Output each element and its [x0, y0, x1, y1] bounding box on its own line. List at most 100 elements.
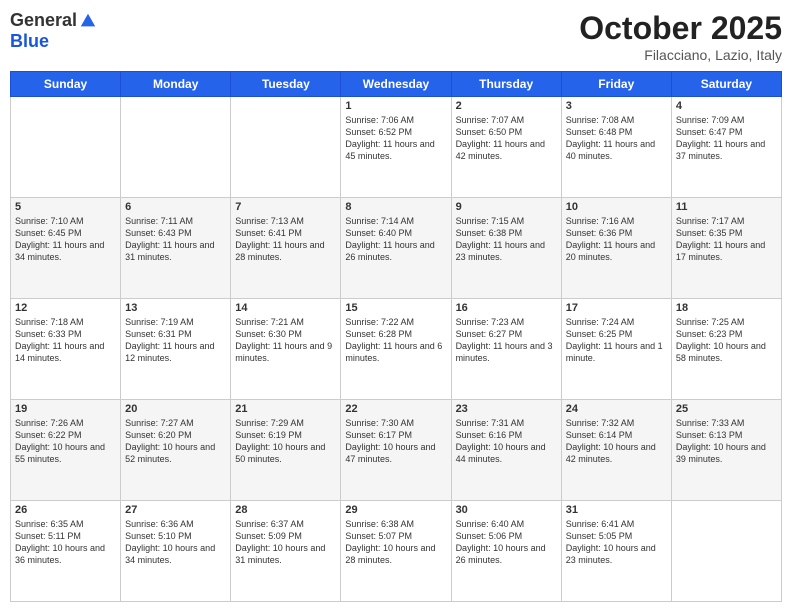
day-info: Sunrise: 6:36 AM Sunset: 5:10 PM Dayligh…	[125, 518, 226, 567]
header: General Blue October 2025 Filacciano, La…	[10, 10, 782, 63]
page: General Blue October 2025 Filacciano, La…	[0, 0, 792, 612]
day-number: 29	[345, 504, 446, 516]
calendar-cell: 31 Sunrise: 6:41 AM Sunset: 5:05 PM Dayli…	[561, 501, 671, 602]
day-info: Sunrise: 7:26 AM Sunset: 6:22 PM Dayligh…	[15, 417, 116, 466]
day-number: 3	[566, 100, 667, 112]
day-info: Sunrise: 7:27 AM Sunset: 6:20 PM Dayligh…	[125, 417, 226, 466]
logo-icon	[79, 12, 97, 30]
calendar-cell: 15Sunrise: 7:22 AM Sunset: 6:28 PM Dayli…	[341, 299, 451, 400]
calendar-cell: 18 Sunrise: 7:25 AM Sunset: 6:23 PM Dayli…	[671, 299, 781, 400]
col-tuesday: Tuesday	[231, 72, 341, 97]
calendar-week-row: 26 Sunrise: 6:35 AM Sunset: 5:11 PM Dayli…	[11, 501, 782, 602]
day-info: Sunrise: 7:17 AM Sunset: 6:35 PM Dayligh…	[676, 215, 777, 264]
day-info: Sunrise: 6:38 AM Sunset: 5:07 PM Dayligh…	[345, 518, 446, 567]
calendar-cell: 12 Sunrise: 7:18 AM Sunset: 6:33 PM Dayli…	[11, 299, 121, 400]
day-info: Sunrise: 7:15 AM Sunset: 6:38 PM Dayligh…	[456, 215, 557, 264]
day-info: Sunrise: 7:10 AM Sunset: 6:45 PM Dayligh…	[15, 215, 116, 264]
day-info: Sunrise: 7:25 AM Sunset: 6:23 PM Dayligh…	[676, 316, 777, 365]
logo: General Blue	[10, 10, 97, 52]
day-info: Sunrise: 7:31 AM Sunset: 6:16 PM Dayligh…	[456, 417, 557, 466]
calendar-cell: 22 Sunrise: 7:30 AM Sunset: 6:17 PM Dayli…	[341, 400, 451, 501]
col-thursday: Thursday	[451, 72, 561, 97]
calendar-cell	[11, 97, 121, 198]
day-info: Sunrise: 7:18 AM Sunset: 6:33 PM Dayligh…	[15, 316, 116, 365]
day-number: 16	[456, 302, 557, 314]
calendar-cell	[671, 501, 781, 602]
calendar-week-row: 12 Sunrise: 7:18 AM Sunset: 6:33 PM Dayli…	[11, 299, 782, 400]
calendar-cell: 21 Sunrise: 7:29 AM Sunset: 6:19 PM Dayli…	[231, 400, 341, 501]
day-info: Sunrise: 7:13 AM Sunset: 6:41 PM Dayligh…	[235, 215, 336, 264]
day-info: Sunrise: 7:30 AM Sunset: 6:17 PM Dayligh…	[345, 417, 446, 466]
day-number: 19	[15, 403, 116, 415]
calendar-cell: 17 Sunrise: 7:24 AM Sunset: 6:25 PM Dayli…	[561, 299, 671, 400]
logo-general: General	[10, 10, 77, 31]
calendar-header-row: Sunday Monday Tuesday Wednesday Thursday…	[11, 72, 782, 97]
day-number: 13	[125, 302, 226, 314]
day-number: 1	[345, 100, 446, 112]
day-number: 6	[125, 201, 226, 213]
day-info: Sunrise: 7:22 AM Sunset: 6:28 PM Dayligh…	[345, 316, 446, 365]
calendar-week-row: 5 Sunrise: 7:10 AM Sunset: 6:45 PM Daylig…	[11, 198, 782, 299]
day-info: Sunrise: 7:11 AM Sunset: 6:43 PM Dayligh…	[125, 215, 226, 264]
col-saturday: Saturday	[671, 72, 781, 97]
calendar-cell: 3 Sunrise: 7:08 AM Sunset: 6:48 PM Daylig…	[561, 97, 671, 198]
day-info: Sunrise: 7:07 AM Sunset: 6:50 PM Dayligh…	[456, 114, 557, 163]
calendar-cell	[121, 97, 231, 198]
day-number: 26	[15, 504, 116, 516]
day-number: 2	[456, 100, 557, 112]
day-info: Sunrise: 7:29 AM Sunset: 6:19 PM Dayligh…	[235, 417, 336, 466]
location: Filacciano, Lazio, Italy	[579, 47, 782, 63]
day-info: Sunrise: 7:33 AM Sunset: 6:13 PM Dayligh…	[676, 417, 777, 466]
calendar-cell: 2 Sunrise: 7:07 AM Sunset: 6:50 PM Daylig…	[451, 97, 561, 198]
day-info: Sunrise: 7:21 AM Sunset: 6:30 PM Dayligh…	[235, 316, 336, 365]
day-number: 22	[345, 403, 446, 415]
day-number: 28	[235, 504, 336, 516]
day-number: 17	[566, 302, 667, 314]
day-number: 9	[456, 201, 557, 213]
calendar-cell: 6 Sunrise: 7:11 AM Sunset: 6:43 PM Daylig…	[121, 198, 231, 299]
day-number: 8	[345, 201, 446, 213]
day-info: Sunrise: 6:41 AM Sunset: 5:05 PM Dayligh…	[566, 518, 667, 567]
day-info: Sunrise: 7:08 AM Sunset: 6:48 PM Dayligh…	[566, 114, 667, 163]
calendar-cell: 25 Sunrise: 7:33 AM Sunset: 6:13 PM Dayli…	[671, 400, 781, 501]
col-wednesday: Wednesday	[341, 72, 451, 97]
calendar-cell: 8 Sunrise: 7:14 AM Sunset: 6:40 PM Daylig…	[341, 198, 451, 299]
day-number: 31	[566, 504, 667, 516]
calendar-cell: 10Sunrise: 7:16 AM Sunset: 6:36 PM Dayli…	[561, 198, 671, 299]
calendar-cell: 29 Sunrise: 6:38 AM Sunset: 5:07 PM Dayli…	[341, 501, 451, 602]
day-info: Sunrise: 7:14 AM Sunset: 6:40 PM Dayligh…	[345, 215, 446, 264]
logo-blue: Blue	[10, 31, 49, 52]
day-info: Sunrise: 7:24 AM Sunset: 6:25 PM Dayligh…	[566, 316, 667, 365]
day-info: Sunrise: 6:40 AM Sunset: 5:06 PM Dayligh…	[456, 518, 557, 567]
day-number: 21	[235, 403, 336, 415]
calendar-cell: 24Sunrise: 7:32 AM Sunset: 6:14 PM Dayli…	[561, 400, 671, 501]
calendar-cell: 14 Sunrise: 7:21 AM Sunset: 6:30 PM Dayli…	[231, 299, 341, 400]
col-monday: Monday	[121, 72, 231, 97]
calendar-cell: 5 Sunrise: 7:10 AM Sunset: 6:45 PM Daylig…	[11, 198, 121, 299]
calendar-cell: 27 Sunrise: 6:36 AM Sunset: 5:10 PM Dayli…	[121, 501, 231, 602]
day-number: 23	[456, 403, 557, 415]
day-info: Sunrise: 7:32 AM Sunset: 6:14 PM Dayligh…	[566, 417, 667, 466]
day-number: 11	[676, 201, 777, 213]
calendar-cell	[231, 97, 341, 198]
day-number: 27	[125, 504, 226, 516]
calendar-cell: 16 Sunrise: 7:23 AM Sunset: 6:27 PM Dayli…	[451, 299, 561, 400]
day-number: 20	[125, 403, 226, 415]
day-number: 12	[15, 302, 116, 314]
day-number: 7	[235, 201, 336, 213]
calendar-cell: 11 Sunrise: 7:17 AM Sunset: 6:35 PM Dayli…	[671, 198, 781, 299]
calendar-week-row: 19 Sunrise: 7:26 AM Sunset: 6:22 PM Dayli…	[11, 400, 782, 501]
calendar-cell: 20 Sunrise: 7:27 AM Sunset: 6:20 PM Dayli…	[121, 400, 231, 501]
calendar-cell: 7 Sunrise: 7:13 AM Sunset: 6:41 PM Daylig…	[231, 198, 341, 299]
day-number: 18	[676, 302, 777, 314]
day-info: Sunrise: 6:35 AM Sunset: 5:11 PM Dayligh…	[15, 518, 116, 567]
calendar-cell: 4Sunrise: 7:09 AM Sunset: 6:47 PM Daylig…	[671, 97, 781, 198]
col-friday: Friday	[561, 72, 671, 97]
day-number: 14	[235, 302, 336, 314]
day-info: Sunrise: 7:23 AM Sunset: 6:27 PM Dayligh…	[456, 316, 557, 365]
title-section: October 2025 Filacciano, Lazio, Italy	[579, 10, 782, 63]
day-number: 25	[676, 403, 777, 415]
day-info: Sunrise: 7:06 AM Sunset: 6:52 PM Dayligh…	[345, 114, 446, 163]
day-number: 5	[15, 201, 116, 213]
calendar-cell: 9 Sunrise: 7:15 AM Sunset: 6:38 PM Daylig…	[451, 198, 561, 299]
